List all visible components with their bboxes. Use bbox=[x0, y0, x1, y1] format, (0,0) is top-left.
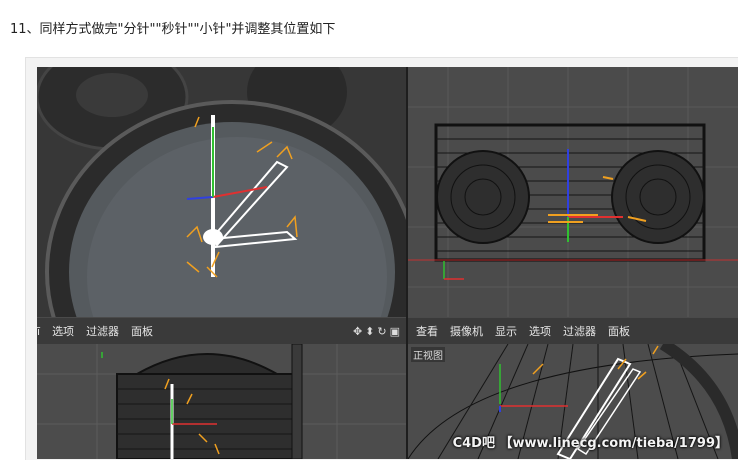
drag-icon[interactable]: ⬍ bbox=[365, 325, 374, 338]
menu-panel[interactable]: 面板 bbox=[131, 323, 153, 339]
move-icon[interactable]: ✥ bbox=[353, 325, 362, 338]
right-viewport-toolbar: 查看 摄像机 显示 选项 过滤器 面板 bbox=[408, 317, 738, 344]
menu-options[interactable]: 选项 bbox=[529, 323, 551, 339]
rotate-icon[interactable]: ↻ bbox=[377, 325, 386, 338]
front-wireframe-viewport[interactable] bbox=[408, 67, 738, 317]
menu-panel[interactable]: 面板 bbox=[608, 323, 630, 339]
menu-filter[interactable]: 过滤器 bbox=[563, 323, 596, 339]
instruction-heading: 11、同样方式做完"分针""秒针""小针"并调整其位置如下 bbox=[10, 22, 336, 37]
bottom-left-viewport[interactable] bbox=[37, 344, 406, 459]
perspective-viewport[interactable] bbox=[37, 67, 406, 317]
c4d-screenshot: ī 选项 过滤器 面板 ✥ ⬍ ↻ ▣ 查看 摄像机 显示 选项 过滤器 面板 bbox=[37, 67, 738, 459]
menu-options[interactable]: 选项 bbox=[52, 323, 74, 339]
menu-camera[interactable]: 摄像机 bbox=[450, 323, 483, 339]
front-view-label: 正视图 bbox=[411, 347, 445, 362]
menu-filter[interactable]: 过滤器 bbox=[86, 323, 119, 339]
watermark: C4D吧 【www.linecg.com/tieba/1799】 bbox=[452, 436, 728, 451]
menu-display[interactable]: 显示 bbox=[495, 323, 517, 339]
menu-view[interactable]: 查看 bbox=[416, 323, 438, 339]
toolbar-partial-item[interactable]: ī bbox=[37, 325, 40, 338]
left-viewport-toolbar: ī 选项 过滤器 面板 ✥ ⬍ ↻ ▣ bbox=[37, 317, 406, 344]
layout-icon[interactable]: ▣ bbox=[390, 325, 400, 338]
